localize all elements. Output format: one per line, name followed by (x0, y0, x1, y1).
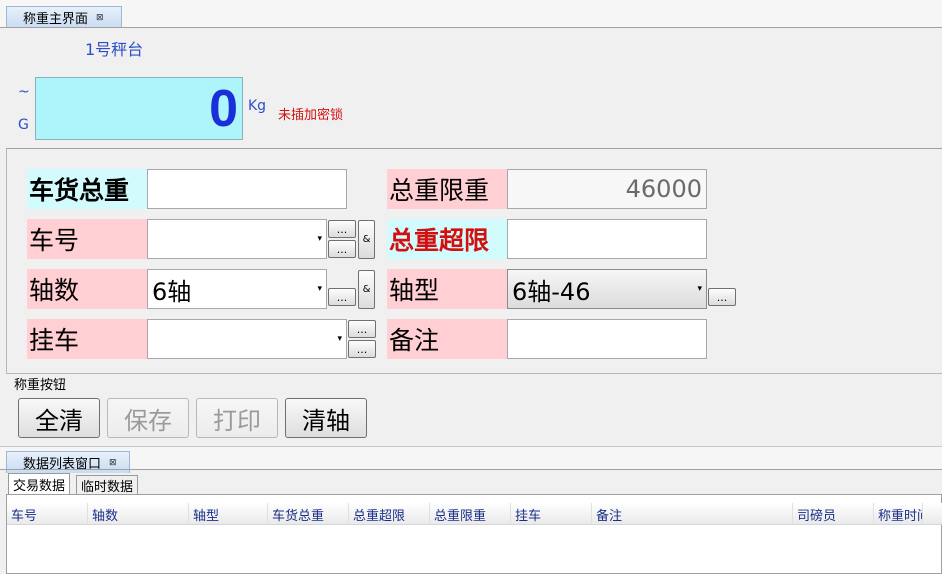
data-grid[interactable]: 车号 轴数 轴型 车货总重 总重超限 总重限重 挂车 备注 司磅员 称重时间 (6, 494, 942, 574)
plate-combo[interactable]: ▾ (147, 219, 327, 259)
gross-weight-label: 车货总重 (27, 169, 147, 209)
remark-field[interactable] (507, 319, 707, 359)
column-header-remark[interactable]: 备注 (592, 503, 793, 525)
dongle-status: 未插加密锁 (278, 108, 344, 123)
column-header-overweight[interactable]: 总重超限 (349, 503, 430, 525)
close-icon[interactable]: ⊠ (96, 13, 104, 23)
weight-unit: Kg (248, 98, 267, 114)
stability-indicator: ~ (18, 84, 30, 100)
trailer-combo[interactable]: ▾ (147, 319, 347, 359)
save-button[interactable]: 保存 (107, 398, 189, 438)
close-icon[interactable]: ⊠ (109, 458, 117, 468)
plate-link-button[interactable]: & (358, 220, 375, 259)
overweight-label: 总重超限 (387, 219, 507, 259)
overweight-field[interactable] (507, 219, 707, 259)
plate-history-button[interactable]: ... (328, 240, 356, 258)
divider (0, 469, 942, 470)
gross-weight-field[interactable] (147, 169, 347, 209)
column-header-axle-count[interactable]: 轴数 (88, 503, 189, 525)
weight-value: 0 (209, 79, 238, 138)
clear-axle-button[interactable]: 清轴 (285, 398, 367, 438)
chevron-down-icon[interactable]: ▾ (337, 334, 342, 344)
gross-limit-field[interactable]: 46000 (507, 169, 707, 209)
chevron-down-icon[interactable]: ▾ (317, 234, 322, 244)
axle-type-value: 6轴-46 (512, 277, 591, 306)
axle-count-value: 6轴 (152, 277, 192, 306)
gross-indicator: G (18, 117, 29, 133)
column-header-weigh-time[interactable]: 称重时间 (874, 503, 923, 525)
axle-type-combo[interactable]: 6轴-46 ▾ (507, 269, 707, 309)
button-group-title: 称重按钮 (14, 378, 67, 393)
column-header-plate[interactable]: 车号 (7, 503, 88, 525)
column-header-axle-type[interactable]: 轴型 (189, 503, 268, 525)
axle-type-browse-button[interactable]: ... (708, 288, 736, 306)
list-tab-strip (0, 446, 942, 470)
tab-weighing-main[interactable]: 称重主界面 ⊠ (6, 6, 122, 28)
axle-count-link-button[interactable]: & (358, 270, 375, 309)
axle-type-label: 轴型 (387, 269, 507, 309)
tab-temporary-data[interactable]: 临时数据 (76, 475, 139, 495)
column-header-gross-weight[interactable]: 车货总重 (268, 503, 349, 525)
chevron-down-icon[interactable]: ▾ (697, 284, 702, 294)
axle-count-combo[interactable]: 6轴 ▾ (147, 269, 327, 309)
top-tab-strip (0, 0, 942, 28)
weight-display: 0 (35, 77, 243, 140)
platform-name: 1号秤台 (85, 40, 144, 59)
trailer-label: 挂车 (27, 319, 147, 359)
axle-count-label: 轴数 (27, 269, 147, 309)
trailer-history-button[interactable]: ... (348, 340, 376, 358)
gross-limit-label: 总重限重 (387, 169, 507, 209)
plate-label: 车号 (27, 219, 147, 259)
axle-count-browse-button[interactable]: ... (328, 288, 356, 306)
divider (0, 27, 942, 28)
trailer-browse-button[interactable]: ... (348, 320, 376, 338)
tab-transaction-data[interactable]: 交易数据 (8, 473, 71, 495)
plate-browse-button[interactable]: ... (328, 220, 356, 238)
clear-all-button[interactable]: 全清 (18, 398, 100, 438)
column-header-trailer[interactable]: 挂车 (511, 503, 592, 525)
column-header-gross-limit[interactable]: 总重限重 (430, 503, 511, 525)
print-button[interactable]: 打印 (196, 398, 278, 438)
remark-label: 备注 (387, 319, 507, 359)
column-header-operator[interactable]: 司磅员 (793, 503, 874, 525)
grid-header: 车号 轴数 轴型 车货总重 总重超限 总重限重 挂车 备注 司磅员 称重时间 (7, 503, 942, 525)
tab-weighing-main-label: 称重主界面 (23, 12, 89, 27)
chevron-down-icon[interactable]: ▾ (317, 284, 322, 294)
